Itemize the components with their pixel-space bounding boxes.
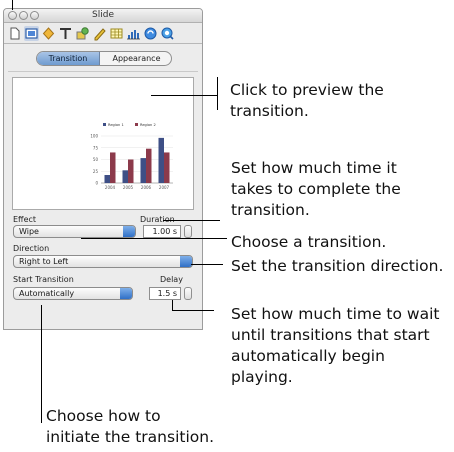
callout-text-line: Choose how to [46,407,161,425]
callout-text-line: initiate the transition. [46,428,214,446]
effect-value: Wipe [19,227,39,236]
direction-label: Direction [13,244,50,253]
preview-chart: 0 25 50 75 100 Region 1 Region 2 2004 2005 2006 20… [90,123,173,190]
direction-value: Right to Left [19,257,69,266]
callout-text-line: Click to preview the [230,81,384,99]
bar [158,137,164,183]
callout-line-delay-v [172,300,173,310]
start-transition-value: Automatically [19,289,75,298]
callout-effect: Choose a transition. [231,232,386,253]
callout-text-line: Set how much time it [231,159,397,177]
callout-text-line: transition. [231,201,310,219]
bar [128,159,134,183]
callout-text-line: takes to complete the [231,180,401,198]
tab-appearance[interactable]: Appearance [100,52,171,65]
text-icon[interactable] [58,26,73,41]
callout-text-line: playing. [231,368,293,386]
x-tick-label: 2007 [159,185,170,190]
x-tick-label: 2005 [123,185,134,190]
divider [8,71,198,72]
chart-icon[interactable] [126,26,141,41]
legend-label: Region 2 [140,123,156,127]
callout-duration: Set how much time it takes to complete t… [231,158,401,221]
shape-icon[interactable] [75,26,90,41]
metrics-icon[interactable] [92,26,107,41]
y-tick-label: 75 [93,145,99,150]
bar [104,175,110,183]
title-bar: Slide [4,9,202,23]
x-tick-label: 2004 [105,185,116,190]
window-title: Slide [92,10,114,20]
y-tick-label: 50 [93,157,99,162]
popup-arrows-icon [180,256,192,267]
legend-swatch [103,123,106,126]
quicktime-icon[interactable] [160,26,175,41]
start-transition-label: Start Transition [13,275,74,284]
y-tick-label: 0 [95,181,98,186]
callout-text-line: transition. [230,102,309,120]
callout-line-duration [163,220,220,221]
duration-stepper[interactable] [184,225,192,238]
legend-label: Region 1 [108,123,124,127]
callout-line-preview [151,95,217,96]
y-tick-label: 100 [90,134,98,139]
bar [164,152,170,183]
slide-inspector: Slide Transition Appearance 0 25 50 75 1… [3,8,203,330]
bar [140,158,146,183]
callout-tick-preview [217,77,218,110]
delay-field[interactable]: 1.5 s [149,287,181,300]
callout-line-start [41,305,42,423]
callout-line-effect [81,238,227,239]
tab-transition[interactable]: Transition [37,52,100,65]
delay-label: Delay [160,275,183,284]
transition-preview[interactable]: 0 25 50 75 100 Region 1 Region 2 2004 2005 2006 20… [12,77,194,210]
top-indicator-line [12,0,13,10]
callout-text-line: Set how much time to wait [231,305,440,323]
inspector-toolbar [4,24,202,44]
callout-text-line: Choose a transition. [231,233,387,251]
link-icon[interactable] [143,26,158,41]
bar [122,170,128,183]
slide-icon[interactable] [24,26,39,41]
callout-text-line: until transitions that start [231,326,430,344]
legend-swatch [135,123,138,126]
delay-stepper[interactable] [184,287,192,300]
duration-field[interactable]: 1.00 s [143,225,181,238]
table-icon[interactable] [109,26,124,41]
y-tick-label: 25 [93,169,99,174]
inspector-tab-control: Transition Appearance [36,51,172,66]
x-tick-label: 2006 [141,185,152,190]
callout-delay: Set how much time to wait until transiti… [231,304,439,388]
direction-popup[interactable]: Right to Left [13,255,193,268]
popup-arrows-icon [120,288,132,299]
effect-label: Effect [13,215,37,224]
callout-line-delay-h [172,310,214,311]
callout-direction: Set the transition direction. [231,256,443,277]
callout-preview: Click to preview the transition. [230,80,384,122]
effect-popup[interactable]: Wipe [13,225,136,238]
popup-arrows-icon [123,226,135,237]
bar [110,152,116,183]
bar [146,148,152,183]
callout-line-direction [191,264,223,265]
document-icon[interactable] [7,26,22,41]
callout-start: Choose how to initiate the transition. [46,406,214,448]
callout-text-line: Set the transition direction. [231,257,444,275]
callout-text-line: automatically begin [231,347,385,365]
start-transition-popup[interactable]: Automatically [13,287,133,300]
graphic-icon[interactable] [41,26,56,41]
